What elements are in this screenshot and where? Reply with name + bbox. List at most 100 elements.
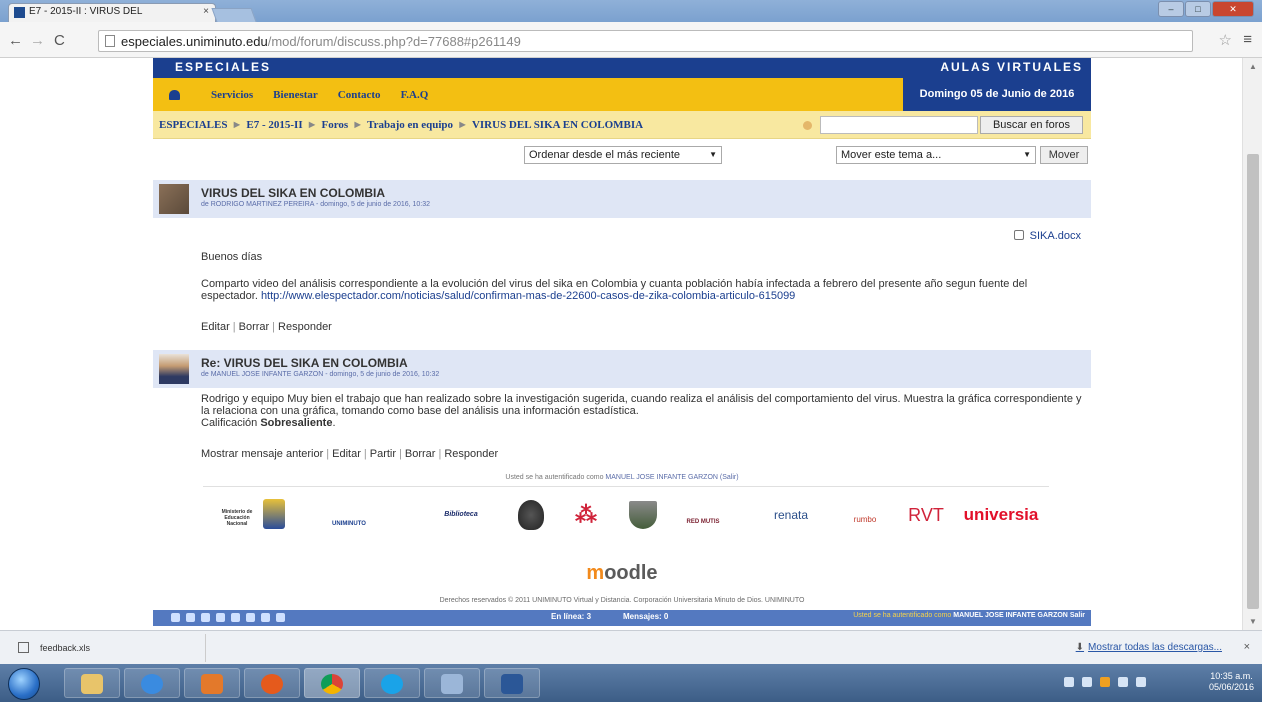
reply-link[interactable]: Responder [444, 448, 498, 460]
logged-in-info: Usted se ha autentificado como MANUEL JO… [505, 474, 739, 481]
browser-menu-icon[interactable]: ≡ [1243, 31, 1252, 48]
clock[interactable]: 10:35 a.m. 05/06/2016 [1209, 671, 1254, 693]
reload-icon[interactable]: C [54, 32, 65, 49]
nav-bienestar[interactable]: Bienestar [273, 89, 318, 101]
nav-faq[interactable]: F.A.Q [401, 89, 429, 101]
delete-link[interactable]: Borrar [405, 448, 436, 460]
avatar[interactable] [159, 184, 189, 214]
show-parent-link[interactable]: Mostrar mensaje anterior [201, 448, 323, 460]
post-title: VIRUS DEL SIKA EN COLOMBIA [201, 186, 386, 200]
moodle-logo[interactable]: moodle [153, 562, 1091, 585]
move-button[interactable]: Mover [1040, 146, 1088, 164]
post-link[interactable]: http://www.elespectador.com/noticias/sal… [261, 290, 795, 302]
logo-universia[interactable]: universia [951, 495, 1051, 535]
bookmark-star-icon[interactable]: ☆ [1219, 31, 1232, 49]
browser-tab[interactable]: E7 - 2015-II : VIRUS DEL × [8, 3, 216, 22]
taskbar-media[interactable] [184, 668, 240, 698]
crest-icon[interactable] [518, 500, 544, 530]
breadcrumb-forums[interactable]: Foros [322, 119, 349, 131]
maximize-icon[interactable]: □ [1185, 1, 1211, 17]
show-all-downloads-link[interactable]: ⬇ Mostrar todas las descargas... [1076, 642, 1222, 653]
logged-in-user-link[interactable]: MANUEL JOSE INFANTE GARZON [605, 474, 718, 481]
nav-servicios[interactable]: Servicios [211, 89, 253, 101]
emblem-icon[interactable] [629, 501, 657, 529]
user-icon[interactable] [171, 613, 180, 622]
logo-uniminuto[interactable]: UNIMINUTO [319, 495, 379, 535]
keyboard-icon[interactable] [1064, 677, 1074, 687]
download-item[interactable]: feedback.xls [6, 634, 206, 662]
skype-icon [381, 674, 403, 694]
tab-close-icon[interactable]: × [203, 6, 209, 17]
home-icon[interactable] [169, 90, 180, 100]
start-button[interactable] [8, 668, 40, 700]
split-link[interactable]: Partir [370, 448, 396, 460]
chat-icon[interactable] [231, 613, 240, 622]
site-name-left: ESPECIALES [175, 60, 272, 74]
post-author: de MANUEL JOSE INFANTE GARZON - domingo,… [201, 371, 440, 378]
forum-search-input[interactable] [820, 116, 978, 134]
url-input[interactable]: especiales.uniminuto.edu/mod/forum/discu… [98, 30, 1193, 52]
edit-link[interactable]: Editar [332, 448, 361, 460]
help-icon[interactable] [276, 613, 285, 622]
settings-icon[interactable] [261, 613, 270, 622]
taskbar-photos[interactable] [424, 668, 480, 698]
new-tab-button[interactable] [211, 8, 257, 22]
logo-red-mutis[interactable]: RED MUTIS [675, 495, 731, 535]
post-header: Re: VIRUS DEL SIKA EN COLOMBIA de MANUEL… [153, 350, 1091, 388]
breadcrumb-especiales[interactable]: ESPECIALES [159, 119, 227, 131]
attachment-link[interactable]: SIKA.docx [1013, 230, 1081, 242]
logo-biblioteca[interactable]: Biblioteca [415, 495, 507, 535]
move-select[interactable]: Mover este tema a... ▼ [836, 146, 1036, 164]
taskbar-chrome[interactable] [304, 668, 360, 698]
messages-icon[interactable] [246, 613, 255, 622]
folder-icon[interactable] [186, 613, 195, 622]
taskbar-word[interactable] [484, 668, 540, 698]
breadcrumb-forum[interactable]: Trabajo en equipo [367, 119, 453, 131]
taskbar-skype[interactable] [364, 668, 420, 698]
site-name-right: AULAS VIRTUALES [940, 60, 1083, 74]
network-icon[interactable]: ⁂ [561, 495, 611, 535]
minimize-icon[interactable]: – [1158, 1, 1184, 17]
window-close-icon[interactable]: ✕ [1212, 1, 1254, 17]
taskbar-firefox[interactable] [244, 668, 300, 698]
messages-count[interactable]: Mensajes: 0 [623, 612, 668, 621]
taskbar-ie[interactable] [124, 668, 180, 698]
logout-link[interactable]: (Salir) [720, 474, 739, 481]
network-icon[interactable] [1118, 677, 1128, 687]
scroll-down-icon[interactable]: ▼ [1249, 617, 1257, 626]
page-scrollbar[interactable]: ▲ ▼ [1242, 58, 1262, 630]
post-commands: Editar | Borrar | Responder [201, 321, 332, 333]
delete-link[interactable]: Borrar [239, 321, 270, 333]
post-header: VIRUS DEL SIKA EN COLOMBIA de RODRIGO MA… [153, 180, 1091, 218]
calendar-icon[interactable] [201, 613, 210, 622]
reply-link[interactable]: Responder [278, 321, 332, 333]
move-select-value: Mover este tema a... [841, 149, 942, 161]
tray-icons [1064, 677, 1146, 687]
forum-search-button[interactable]: Buscar en foros [980, 116, 1083, 134]
forward-arrow-icon[interactable]: → [30, 32, 45, 49]
online-count[interactable]: En línea: 3 [551, 612, 591, 621]
breadcrumb-course[interactable]: E7 - 2015-II [246, 119, 302, 131]
arrow-up-icon[interactable] [1082, 677, 1092, 687]
taskbar-explorer[interactable] [64, 668, 120, 698]
scroll-up-icon[interactable]: ▲ [1249, 62, 1257, 71]
close-download-shelf-icon[interactable]: × [1244, 641, 1250, 653]
edit-link[interactable]: Editar [201, 321, 230, 333]
back-arrow-icon[interactable]: ← [8, 32, 23, 49]
attachment-name[interactable]: SIKA.docx [1030, 230, 1081, 242]
sort-select[interactable]: Ordenar desde el más reciente ▼ [524, 146, 722, 164]
logo-renata[interactable]: renata [749, 495, 833, 535]
antivirus-icon[interactable] [1100, 677, 1110, 687]
chevron-down-icon: ▼ [1023, 150, 1031, 159]
logo-rvt[interactable]: RVT [903, 495, 949, 535]
volume-icon[interactable] [1136, 677, 1146, 687]
scrollbar-thumb[interactable] [1247, 154, 1259, 609]
copyright-text: Derechos reservados © 2011 UNIMINUTO Vir… [439, 597, 805, 604]
avatar[interactable] [159, 354, 189, 384]
logo-ministerio[interactable]: Ministerio de Educación Nacional [215, 495, 259, 535]
page-viewport: ESPECIALES AULAS VIRTUALES Servicios Bie… [0, 58, 1262, 630]
nav-contacto[interactable]: Contacto [338, 89, 381, 101]
grades-icon[interactable] [216, 613, 225, 622]
media-player-icon [201, 674, 223, 694]
logo-rumbo[interactable]: rumbo [840, 495, 890, 535]
